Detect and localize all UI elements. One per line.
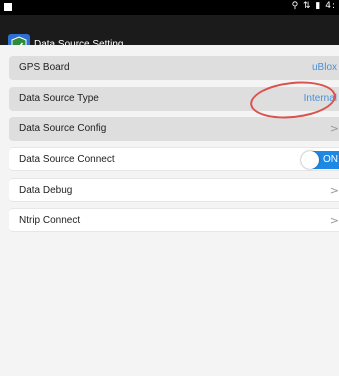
connect-toggle[interactable]: ON: [301, 151, 339, 169]
toggle-knob: [301, 151, 319, 169]
row-label: Data Debug: [19, 185, 73, 196]
row-label: Ntrip Connect: [19, 215, 81, 226]
chevron-right-icon: >: [329, 214, 339, 227]
chevron-right-icon: >: [329, 122, 339, 135]
row-ntrip-connect[interactable]: Ntrip Connect >: [9, 208, 339, 232]
status-icons: ⚲ ⇅ ▮ 4:: [291, 1, 336, 11]
row-label: Data Source Connect: [19, 154, 115, 165]
toggle-label: ON: [323, 154, 338, 165]
gps-board-value[interactable]: uBlox: [312, 62, 337, 73]
row-data-source-config[interactable]: Data Source Config >: [9, 117, 339, 141]
row-label: GPS Board: [19, 62, 70, 73]
status-bar: ⚲ ⇅ ▮ 4:: [0, 0, 339, 15]
row-gps-board[interactable]: GPS Board uBlox: [9, 56, 339, 80]
row-label: Data Source Type: [19, 93, 99, 104]
row-label: Data Source Config: [19, 123, 107, 134]
row-data-debug[interactable]: Data Debug >: [9, 178, 339, 202]
notification-icon: [4, 3, 12, 11]
chevron-right-icon: >: [329, 184, 339, 197]
app-bar: Data Source Setting: [0, 15, 339, 58]
row-data-source-connect[interactable]: Data Source Connect ON: [9, 147, 339, 171]
